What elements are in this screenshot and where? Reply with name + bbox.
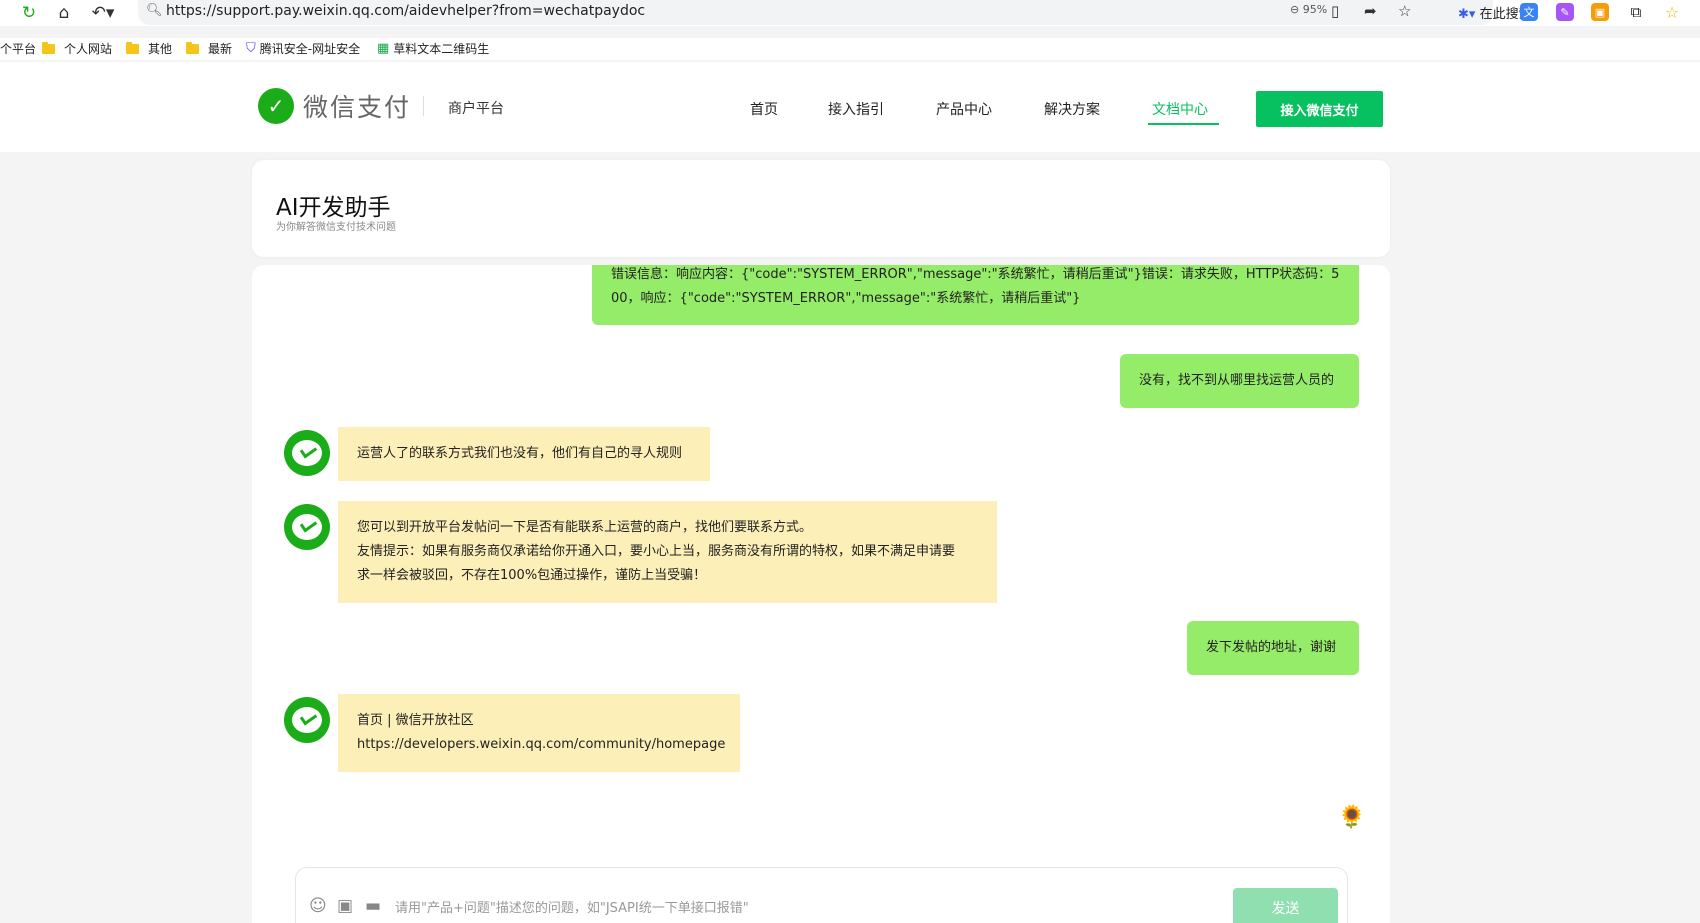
join-wechat-pay-button[interactable]: 接入微信支付 bbox=[1256, 91, 1383, 127]
chat-input-placeholder[interactable]: 请用"产品+问题"描述您的问题，如"JSAPI统一下单接口报错" bbox=[395, 897, 749, 916]
paw-icon: ✱▾ bbox=[1458, 7, 1476, 22]
browser-toolbar: ↻ ⌂ ↶▾ 🔍︎ https://support.pay.weixin.qq.… bbox=[0, 0, 1700, 26]
message-line: 友情提示：如果有服务商仅承诺给你开通入口，要小心上当，服务商没有所谓的特权，如果… bbox=[357, 544, 956, 559]
logo-divider bbox=[423, 96, 424, 116]
wechat-pay-logo[interactable]: ✓ 微信支付 bbox=[258, 88, 411, 124]
folder-icon bbox=[186, 41, 199, 54]
message-line: 错误信息：响应内容：{"code":"SYSTEM_ERROR","messag… bbox=[611, 267, 1340, 282]
user-message: 错误信息：响应内容：{"code":"SYSTEM_ERROR","messag… bbox=[592, 265, 1359, 325]
bookmark-label: 草料文本二维码生 bbox=[393, 42, 490, 56]
logo-text: 微信支付 bbox=[303, 93, 412, 122]
favorites-icon[interactable]: ☆ bbox=[1663, 3, 1681, 22]
undo-icon[interactable]: ↶▾ bbox=[88, 2, 118, 24]
bookmark-label: 其他 bbox=[148, 42, 173, 56]
message-line: 发下发帖的地址，谢谢 bbox=[1206, 640, 1337, 655]
assistant-avatar-icon bbox=[284, 430, 330, 476]
folder-extension-icon[interactable]: ▣ bbox=[1591, 3, 1609, 21]
flower-icon[interactable]: 🌻 bbox=[1338, 805, 1365, 830]
nav-docs[interactable]: 文档中心 bbox=[1152, 99, 1208, 119]
message-line: 求一样会被驳回，不存在100%包通过操作，谨防上当受骗！ bbox=[357, 568, 707, 583]
assistant-avatar-icon bbox=[284, 504, 330, 550]
bookmark-folder[interactable]: 个人网站 bbox=[42, 40, 112, 57]
message-line: 没有，找不到从哪里找运营人员的 bbox=[1139, 373, 1335, 388]
assistant-message: 您可以到开放平台发帖问一下是否有能联系上运营的商户，找他们要联系方式。 友情提示… bbox=[338, 501, 997, 603]
message-line: 运营人了的联系方式我们也没有，他们有自己的寻人规则 bbox=[357, 446, 683, 461]
page-title: AI开发助手 bbox=[276, 195, 391, 221]
address-bar[interactable]: 🔍︎ https://support.pay.weixin.qq.com/aid… bbox=[138, 0, 1532, 25]
assistant-header-card: AI开发助手 为你解答微信支付技术问题 bbox=[252, 160, 1390, 257]
bookmarks-bar: 个平台 个人网站 其他 最新 ⛉ 腾讯安全-网址安全 ▦ 草料文本二维码生 bbox=[0, 38, 1700, 60]
merchant-platform-link[interactable]: 商户平台 bbox=[448, 98, 504, 118]
bookmark-item[interactable]: ⛉ 腾讯安全-网址安全 bbox=[246, 40, 360, 57]
bookmark-label: 最新 bbox=[208, 42, 233, 56]
send-button[interactable]: 发送 bbox=[1233, 888, 1338, 923]
folder-icon bbox=[42, 41, 55, 54]
nav-solutions[interactable]: 解决方案 bbox=[1044, 99, 1100, 119]
chat-input-box[interactable]: ☺ ▣ ▬ 请用"产品+问题"描述您的问题，如"JSAPI统一下单接口报错" 发… bbox=[295, 867, 1348, 923]
folder-icon bbox=[126, 41, 139, 54]
assistant-message: 运营人了的联系方式我们也没有，他们有自己的寻人规则 bbox=[338, 427, 710, 481]
user-message: 没有，找不到从哪里找运营人员的 bbox=[1120, 354, 1359, 408]
assistant-message: 首页 | 微信开放社区 https://developers.weixin.qq… bbox=[338, 694, 740, 772]
nav-active-indicator bbox=[1148, 123, 1219, 125]
folder-icon[interactable]: ▬ bbox=[365, 896, 381, 916]
message-line: 首页 | 微信开放社区 bbox=[357, 713, 474, 728]
translate-extension-icon[interactable]: 文 bbox=[1520, 3, 1538, 21]
bookmark-label: 腾讯安全-网址安全 bbox=[259, 42, 361, 56]
star-icon[interactable]: ☆ bbox=[1398, 2, 1411, 20]
reload-icon[interactable]: ↻ bbox=[18, 2, 40, 24]
zoom-level[interactable]: ⊖ 95% bbox=[1290, 3, 1327, 16]
bookmark-label: 个人网站 bbox=[64, 42, 113, 56]
zoom-value: 95% bbox=[1302, 3, 1328, 16]
bookmark-folder[interactable]: 其他 bbox=[126, 40, 172, 57]
nav-home[interactable]: 首页 bbox=[750, 99, 778, 119]
user-message: 发下发帖的地址，谢谢 bbox=[1187, 621, 1359, 675]
bookmark-item[interactable]: ▦ 草料文本二维码生 bbox=[377, 40, 489, 57]
reader-mode-icon[interactable]: ▯ bbox=[1331, 2, 1339, 20]
chat-panel[interactable]: 错误信息：响应内容：{"code":"SYSTEM_ERROR","messag… bbox=[252, 265, 1390, 923]
community-link[interactable]: https://developers.weixin.qq.com/communi… bbox=[357, 733, 740, 757]
url-text[interactable]: https://support.pay.weixin.qq.com/aidevh… bbox=[166, 3, 645, 19]
zoom-icon: ⊖ bbox=[1290, 3, 1300, 16]
assistant-avatar-icon bbox=[284, 697, 330, 743]
nav-products[interactable]: 产品中心 bbox=[936, 99, 992, 119]
bookmark-folder[interactable]: 最新 bbox=[186, 40, 232, 57]
site-header: ✓ 微信支付 商户平台 首页 接入指引 产品中心 解决方案 文档中心 接入微信支… bbox=[0, 62, 1700, 152]
message-line: 您可以到开放平台发帖问一下是否有能联系上运营的商户，找他们要联系方式。 bbox=[357, 520, 813, 535]
home-icon[interactable]: ⌂ bbox=[53, 2, 75, 24]
nav-guide[interactable]: 接入指引 bbox=[828, 99, 884, 119]
shield-icon: ⛉ bbox=[246, 41, 256, 56]
message-line: 00，响应：{"code":"SYSTEM_ERROR","message":"… bbox=[611, 291, 1081, 306]
bookmark-item[interactable]: 个平台 bbox=[0, 40, 36, 57]
edit-extension-icon[interactable]: ✎ bbox=[1556, 3, 1574, 21]
search-icon: 🔍︎ bbox=[146, 3, 163, 18]
puzzle-extension-icon[interactable]: ⧉ bbox=[1627, 3, 1645, 21]
share-icon[interactable]: ➦ bbox=[1364, 2, 1377, 20]
page-subtitle: 为你解答微信支付技术问题 bbox=[276, 222, 396, 233]
emoji-icon[interactable]: ☺ bbox=[309, 896, 327, 916]
image-icon[interactable]: ▣ bbox=[337, 896, 353, 916]
qrcode-icon: ▦ bbox=[377, 41, 390, 56]
wechat-pay-logo-icon: ✓ bbox=[258, 88, 294, 124]
